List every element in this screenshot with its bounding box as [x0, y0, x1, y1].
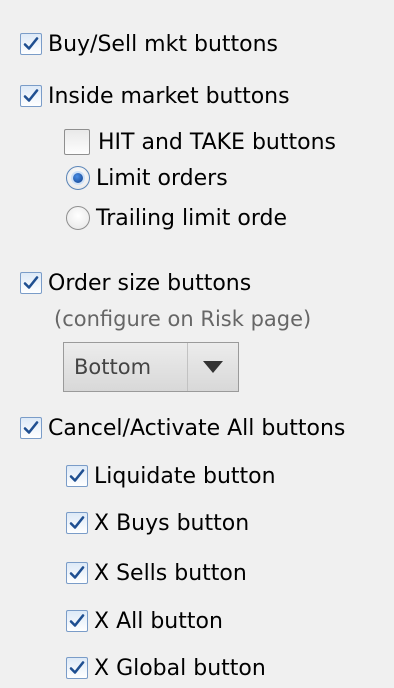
chevron-down-icon[interactable]: [187, 343, 238, 391]
x-all-option[interactable]: X All button: [66, 606, 223, 636]
radio-unselected-icon[interactable]: [66, 206, 90, 230]
x-global-label: X Global button: [94, 655, 266, 681]
x-sells-option[interactable]: X Sells button: [66, 558, 247, 588]
inside-market-option[interactable]: Inside market buttons: [20, 81, 290, 111]
limit-orders-label: Limit orders: [96, 165, 228, 191]
trailing-limit-option[interactable]: Trailing limit orde: [66, 203, 287, 233]
x-all-label: X All button: [94, 608, 223, 634]
cancel-activate-option[interactable]: Cancel/Activate All buttons: [20, 413, 345, 443]
checkbox-checked-icon[interactable]: [20, 33, 42, 55]
checkbox-checked-icon[interactable]: [66, 465, 88, 487]
checkbox-checked-icon[interactable]: [66, 562, 88, 584]
checkbox-checked-icon[interactable]: [20, 85, 42, 107]
order-size-label: Order size buttons: [48, 270, 252, 296]
order-size-note: (configure on Risk page): [54, 307, 312, 331]
radio-dot-icon: [73, 173, 83, 183]
x-buys-option[interactable]: X Buys button: [66, 508, 249, 538]
checkbox-checked-icon[interactable]: [66, 610, 88, 632]
checkbox-checked-icon[interactable]: [20, 272, 42, 294]
checkbox-checked-icon[interactable]: [66, 512, 88, 534]
checkbox-checked-icon[interactable]: [20, 417, 42, 439]
buy-sell-mkt-label: Buy/Sell mkt buttons: [48, 31, 279, 57]
checkbox-checked-icon[interactable]: [66, 657, 88, 679]
limit-orders-option[interactable]: Limit orders: [66, 163, 228, 193]
liquidate-label: Liquidate button: [94, 463, 276, 489]
button-position-select[interactable]: Bottom: [63, 342, 239, 392]
radio-selected-icon[interactable]: [66, 166, 90, 190]
hit-take-label: HIT and TAKE buttons: [98, 129, 336, 155]
button-options-panel: Buy/Sell mkt buttons Inside market butto…: [0, 0, 394, 688]
x-buys-label: X Buys button: [94, 510, 250, 536]
cancel-activate-label: Cancel/Activate All buttons: [48, 415, 346, 441]
trailing-limit-label: Trailing limit orde: [96, 205, 287, 231]
inside-market-label: Inside market buttons: [48, 83, 290, 109]
hit-take-option[interactable]: HIT and TAKE buttons: [64, 127, 336, 157]
liquidate-option[interactable]: Liquidate button: [66, 461, 276, 491]
order-size-option[interactable]: Order size buttons: [20, 268, 251, 298]
x-global-option[interactable]: X Global button: [66, 653, 266, 683]
checkbox-unchecked-icon[interactable]: [64, 129, 90, 155]
buy-sell-mkt-option[interactable]: Buy/Sell mkt buttons: [20, 29, 278, 59]
select-value: Bottom: [74, 355, 152, 379]
x-sells-label: X Sells button: [94, 560, 247, 586]
